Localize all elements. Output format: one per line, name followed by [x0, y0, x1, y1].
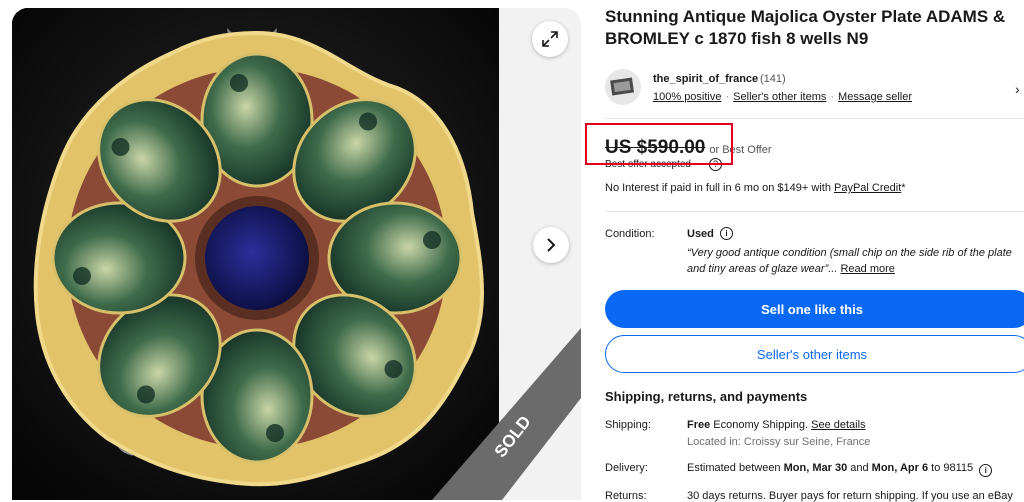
delivery-zip: to 98115 [928, 462, 974, 474]
info-icon[interactable]: i [720, 227, 733, 240]
image-gallery: SOLD [12, 8, 581, 500]
shipping-heading: Shipping, returns, and payments [605, 389, 808, 404]
returns-value: 30 days returns. Buyer pays for return s… [687, 490, 1013, 502]
message-seller-link[interactable]: Message seller [838, 91, 912, 103]
shipping-value: Free Economy Shipping. See details [687, 419, 866, 431]
condition-label: Condition: [605, 228, 655, 240]
item-location: Located in: Croissy sur Seine, France [687, 436, 871, 448]
see-details-link[interactable]: See details [811, 419, 865, 431]
seller-links: 100% positive · Seller's other items · Messa… [653, 91, 912, 103]
oyster-plate-image [12, 8, 499, 500]
delivery-end: Mon, Apr 6 [871, 462, 929, 474]
seller-name[interactable]: the_spirit_of_france [653, 73, 758, 85]
shipping-method: Economy Shipping. [710, 419, 812, 431]
financing-prefix: No Interest if paid in full in 6 mo on $… [605, 182, 834, 194]
returns-label: Returns: [605, 490, 647, 502]
paypal-credit-link[interactable]: PayPal Credit [834, 182, 901, 194]
separator: · [725, 91, 730, 103]
store-logo-icon [610, 77, 635, 96]
next-image-button[interactable] [533, 227, 569, 263]
seller-other-items-link[interactable]: Seller's other items [733, 91, 826, 103]
shipping-free: Free [687, 419, 711, 431]
delivery-prefix: Estimated between [687, 462, 784, 474]
info-icon[interactable]: i [979, 464, 993, 477]
read-more-link[interactable]: Read more [840, 263, 894, 275]
condition-description: “Very good antique condition (small chip… [687, 245, 1024, 277]
financing-text: No Interest if paid in full in 6 mo on $… [605, 182, 906, 194]
seller-positive-link[interactable]: 100% positive [653, 91, 722, 103]
product-photo[interactable] [12, 8, 499, 500]
expand-button[interactable] [532, 21, 568, 57]
chevron-right-icon[interactable]: › [1015, 81, 1020, 97]
sell-one-like-this-button[interactable]: Sell one like this [605, 290, 1024, 328]
divider [605, 118, 1024, 119]
delivery-value: Estimated between Mon, Mar 30 and Mon, A… [687, 462, 993, 477]
price-highlight-box [585, 123, 733, 165]
seller-avatar[interactable] [605, 69, 641, 105]
seller-card: the_spirit_of_france (141) 100% positive… [605, 69, 1024, 109]
delivery-and: and [847, 462, 872, 474]
shipping-label: Shipping: [605, 419, 651, 431]
sellers-other-items-button[interactable]: Seller's other items [605, 335, 1024, 373]
listing-title: Stunning Antique Majolica Oyster Plate A… [605, 7, 1006, 48]
chevron-right-icon [547, 238, 556, 252]
separator: · [830, 91, 835, 103]
financing-suffix: * [901, 182, 906, 194]
listing-details: Stunning Antique Majolica Oyster Plate A… [605, 0, 1024, 502]
divider [605, 211, 1024, 212]
delivery-start: Mon, Mar 30 [783, 462, 848, 474]
delivery-label: Delivery: [605, 462, 648, 474]
condition-value: Used [687, 228, 714, 240]
expand-icon [542, 31, 558, 47]
seller-feedback-count: (141) [760, 73, 786, 85]
